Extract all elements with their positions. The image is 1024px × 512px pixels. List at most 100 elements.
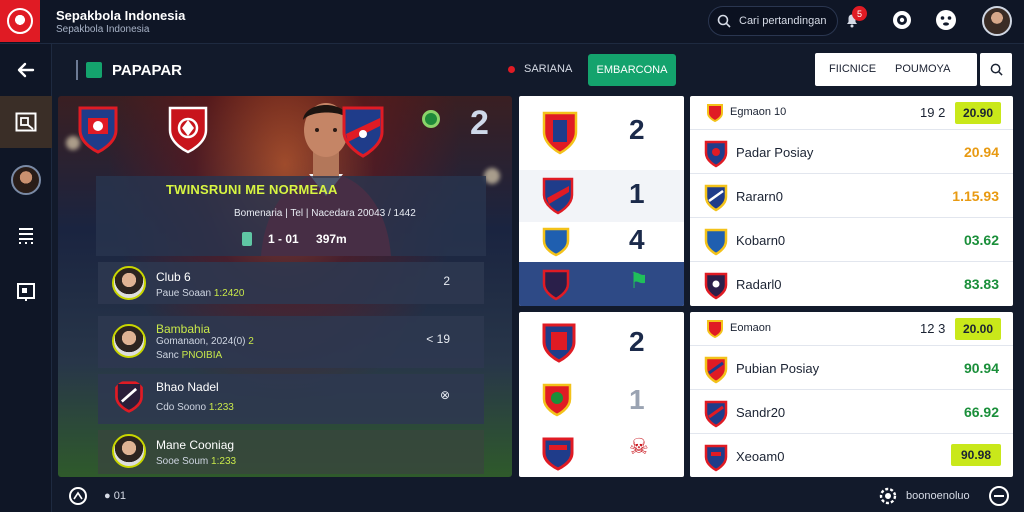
sidebar-item-pitch[interactable]: [0, 96, 52, 148]
standings-title: Egmaon 10: [730, 106, 787, 118]
match-score: 1 - 01 397m: [268, 232, 347, 246]
team-odds: 90.94: [963, 360, 999, 376]
list-item[interactable]: Bambahia Gomanaon, 2024(0) 2 Sanc PNOIBI…: [98, 316, 484, 368]
list-icon: [19, 228, 33, 244]
team-name: Pubian Posiay: [736, 361, 820, 376]
team-name: Padar Posiay: [736, 145, 814, 160]
table-row[interactable]: 1: [519, 170, 684, 222]
table-row[interactable]: Radarl0 83.83: [690, 262, 1013, 306]
round-number: 2: [470, 104, 489, 142]
club-crest-icon: [542, 383, 572, 417]
player-meta: Paue Soaan 1:2420: [156, 288, 245, 299]
table-row[interactable]: 4: [519, 222, 684, 262]
home-crest-icon[interactable]: [76, 104, 120, 156]
footer-right-label[interactable]: boonoenoluo: [906, 490, 970, 502]
filter-option-b[interactable]: POUMOYA: [895, 63, 950, 75]
club-badge-icon: ☠: [629, 434, 649, 459]
stadium-light: [484, 168, 500, 184]
pitch-icon: [15, 112, 37, 132]
list-item[interactable]: Mane Cooniag Sooe Soum 1:233: [98, 430, 484, 474]
primary-action-button[interactable]: EMBARCONA: [588, 54, 676, 86]
ball-icon: [7, 8, 33, 34]
app-logo[interactable]: [0, 0, 40, 42]
fixture-score: 2: [629, 114, 645, 145]
match-title: TWINSRUNI ME NORMEAA: [166, 182, 338, 197]
user-avatar[interactable]: [982, 6, 1012, 36]
settings-gear-icon[interactable]: [878, 486, 898, 506]
table-row[interactable]: Padar Posiay 20.94: [690, 130, 1013, 174]
fixture-score: 4: [629, 224, 645, 255]
odds-badge[interactable]: 20.00: [955, 318, 1001, 340]
club-crest-icon[interactable]: [166, 104, 210, 156]
standings-header: Egmaon 10 19 2 20.90: [690, 96, 1013, 130]
live-dot-icon: [508, 66, 515, 73]
player-rank: ⊗: [439, 388, 450, 402]
odds-badge[interactable]: 20.90: [955, 102, 1001, 124]
fixture-score: 2: [629, 326, 645, 357]
emoji-icon[interactable]: [934, 8, 958, 32]
table-row[interactable]: 1: [519, 374, 684, 426]
list-item[interactable]: Bhao Nadel Cdo Soono 1:233 ⊗: [98, 374, 484, 424]
table-row[interactable]: Pubian Posiay 90.94: [690, 346, 1013, 390]
sidebar-item-board[interactable]: [0, 266, 52, 318]
team-name: Rararn0: [736, 189, 783, 204]
arrow-left-icon: [17, 62, 35, 78]
table-row[interactable]: Xeoam0 90.98: [690, 434, 1013, 478]
team-name: Xeoam0: [736, 449, 785, 464]
table-row-selected[interactable]: ⚑: [519, 262, 684, 306]
table-row[interactable]: Sandr20 66.92: [690, 390, 1013, 434]
trophy-icon: ⚑: [629, 268, 649, 293]
filter-option-a[interactable]: FIICNICE: [829, 63, 876, 75]
ball-icon[interactable]: [68, 486, 88, 506]
away-crest-icon[interactable]: [340, 104, 386, 160]
player-meta: Sooe Soum 1:233: [156, 456, 237, 467]
team-name: Radarl0: [736, 277, 782, 292]
club-crest-icon: [704, 444, 728, 472]
club-crest-icon: [704, 184, 728, 212]
search-box[interactable]: [708, 6, 838, 36]
board-icon: [17, 283, 35, 301]
club-crest-icon: [704, 356, 728, 384]
standings-header: Eomaon 12 3 20.00: [690, 312, 1013, 346]
player-rank: 2: [443, 274, 450, 288]
fixture-list-top: 2 1 4 ⚑: [519, 96, 684, 306]
player-name: Club 6: [156, 270, 191, 284]
table-row[interactable]: 2: [519, 96, 684, 170]
footer-left-label: ● 01: [104, 490, 126, 502]
match-hero-panel: 2 TWINSRUNI ME NORMEAA Bomenaria | Tel |…: [58, 96, 512, 477]
club-crest-icon: [542, 177, 574, 215]
table-row[interactable]: Rararn0 1.15.93: [690, 174, 1013, 218]
fixture-list-bottom: 2 1 ☠: [519, 312, 684, 477]
score-extra: 397m: [316, 232, 347, 246]
section-divider: [76, 60, 78, 80]
app-subtitle: Sepakbola Indonesia: [56, 24, 150, 35]
table-row[interactable]: Kobarn0 03.62: [690, 218, 1013, 262]
table-row[interactable]: ☠: [519, 426, 684, 477]
team-odds: 03.62: [963, 232, 999, 248]
player-avatar: [112, 266, 146, 300]
list-item[interactable]: Club 6 Paue Soaan 1:2420 2: [98, 262, 484, 304]
top-bar: Sepakbola Indonesia Sepakbola Indonesia …: [0, 0, 1024, 44]
standings-count: 12 3: [920, 321, 946, 336]
score-marker-icon: [242, 232, 252, 246]
live-label[interactable]: SARIANA: [524, 63, 572, 75]
page-title: PAPAPAR: [112, 62, 183, 79]
search-icon: [717, 14, 731, 28]
back-button[interactable]: [0, 44, 52, 96]
club-crest-icon: [707, 104, 723, 123]
filter-field[interactable]: FIICNICE POUMOYA: [815, 53, 977, 86]
sidebar-item-stats[interactable]: [0, 210, 52, 262]
club-crest-icon: [115, 381, 143, 413]
team-name: Sandr20: [736, 405, 786, 420]
settings-icon[interactable]: [890, 8, 914, 32]
table-row[interactable]: 2: [519, 312, 684, 374]
filter-search-button[interactable]: [980, 53, 1012, 86]
minus-circle-icon[interactable]: [988, 485, 1010, 507]
club-crest-icon: [704, 140, 728, 168]
sidebar-item-profile[interactable]: [0, 154, 52, 206]
search-input[interactable]: [739, 15, 831, 27]
club-crest-icon: [542, 437, 574, 471]
live-status-icon: [422, 110, 440, 128]
odds-badge[interactable]: 90.98: [951, 444, 1001, 466]
club-crest-icon: [542, 111, 578, 155]
